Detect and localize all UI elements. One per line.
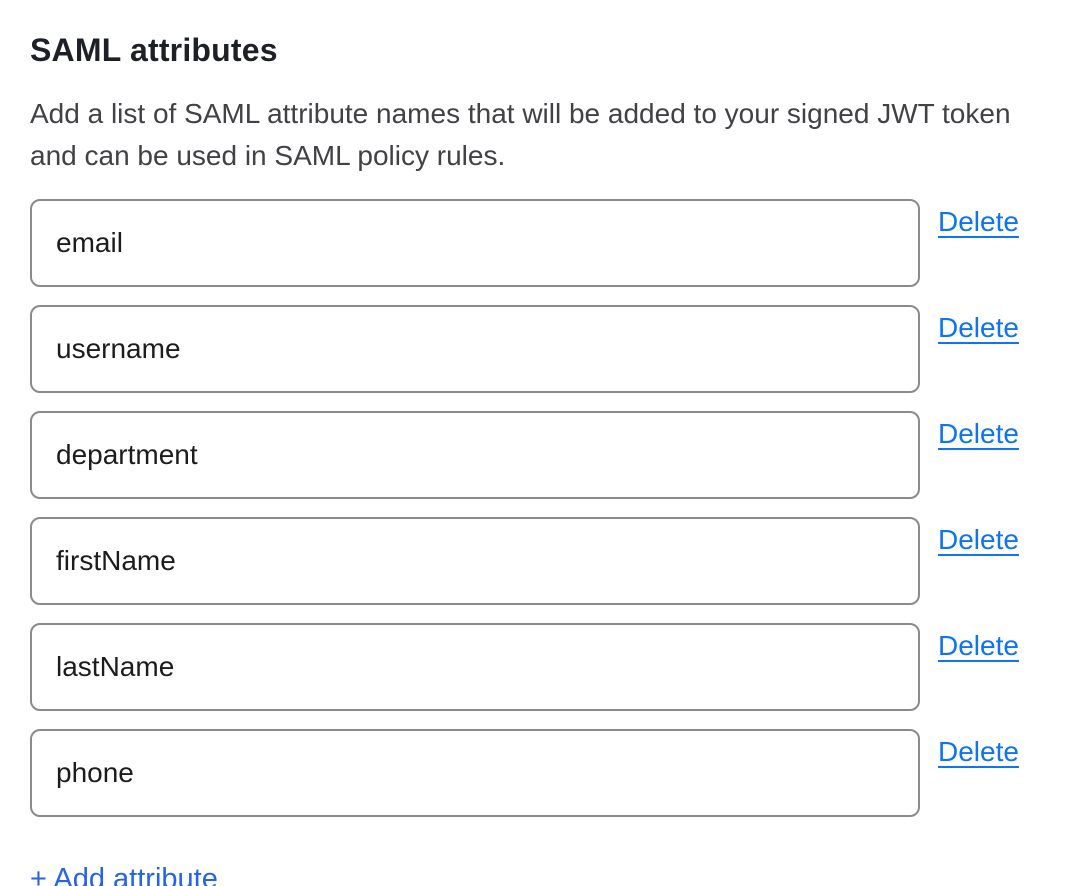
attribute-row: Delete (30, 729, 1024, 817)
delete-link[interactable]: Delete (938, 629, 1019, 663)
section-description-line-1: Add a list of SAML attribute names that … (30, 93, 1024, 135)
attribute-row: Delete (30, 623, 1024, 711)
attribute-input-username[interactable] (30, 305, 920, 393)
delete-link[interactable]: Delete (938, 205, 1019, 239)
attribute-input-lastname[interactable] (30, 623, 920, 711)
attribute-row: Delete (30, 305, 1024, 393)
attribute-row: Delete (30, 411, 1024, 499)
attribute-input-department[interactable] (30, 411, 920, 499)
delete-link[interactable]: Delete (938, 417, 1019, 451)
attribute-row: Delete (30, 199, 1024, 287)
attribute-input-firstname[interactable] (30, 517, 920, 605)
delete-link[interactable]: Delete (938, 735, 1019, 769)
saml-attributes-section: SAML attributes Add a list of SAML attri… (0, 0, 1066, 886)
add-attribute-link[interactable]: + Add attribute (30, 863, 218, 886)
attribute-row: Delete (30, 517, 1024, 605)
section-description-line-2: and can be used in SAML policy rules. (30, 135, 1024, 177)
attribute-input-email[interactable] (30, 199, 920, 287)
section-title: SAML attributes (30, 32, 1024, 69)
attribute-input-phone[interactable] (30, 729, 920, 817)
section-description: Add a list of SAML attribute names that … (30, 93, 1024, 177)
delete-link[interactable]: Delete (938, 311, 1019, 345)
delete-link[interactable]: Delete (938, 523, 1019, 557)
